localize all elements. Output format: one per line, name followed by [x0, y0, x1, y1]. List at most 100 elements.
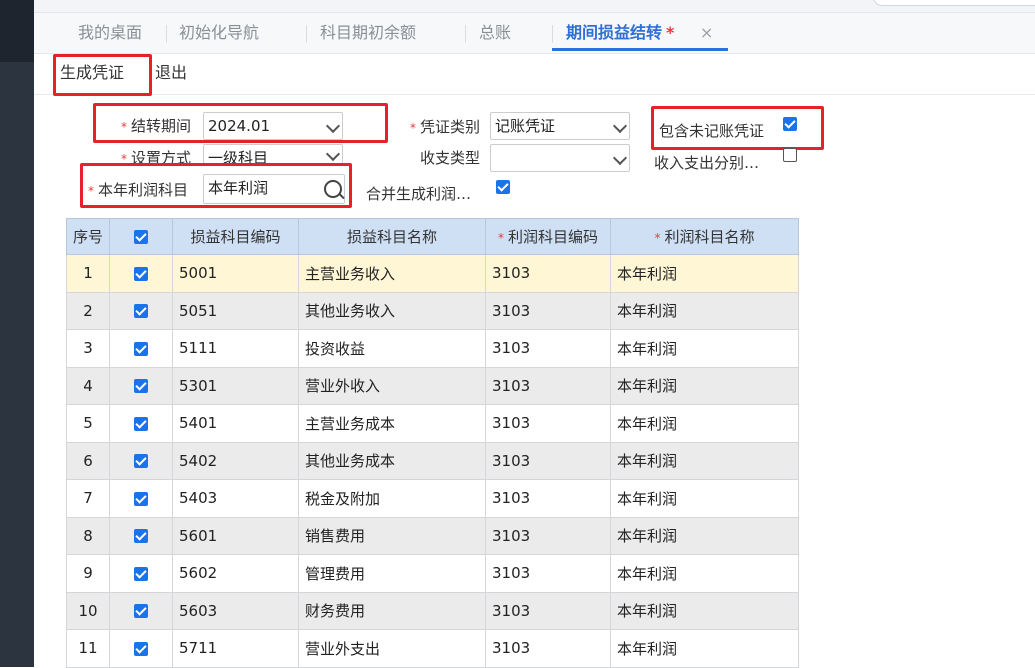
cell-profit-code[interactable]: 3103	[485, 479, 611, 518]
tab-my-desktop[interactable]: 我的桌面	[78, 13, 142, 53]
cell-profit-name[interactable]: 本年利润	[610, 404, 799, 443]
cell-pl-code[interactable]: 5403	[172, 479, 299, 518]
row-checkbox[interactable]	[134, 266, 148, 281]
table-row[interactable]: 11 5711 营业外支出 3103 本年利润	[66, 629, 799, 668]
cell-profit-code[interactable]: 3103	[485, 366, 611, 405]
cell-select[interactable]	[109, 554, 173, 593]
tab-period-pl-transfer[interactable]: 期间损益结转 *	[566, 13, 674, 53]
table-row[interactable]: 8 5601 销售费用 3103 本年利润	[66, 516, 799, 555]
cell-select[interactable]	[109, 591, 173, 630]
cell-pl-name[interactable]: 主营业务成本	[298, 404, 486, 443]
row-checkbox[interactable]	[134, 454, 148, 469]
cell-pl-name[interactable]: 其他业务收入	[298, 291, 486, 330]
header-profit-code[interactable]: * 利润科目编码	[485, 218, 611, 255]
cell-profit-name[interactable]: 本年利润	[610, 516, 799, 555]
setting-select[interactable]: 一级科目	[203, 144, 343, 164]
row-checkbox[interactable]	[134, 641, 148, 656]
tab-opening-balance[interactable]: 科目期初余额	[320, 13, 416, 53]
close-icon[interactable]: ×	[700, 13, 713, 53]
cell-pl-code[interactable]: 5301	[172, 366, 299, 405]
cell-select[interactable]	[109, 479, 173, 518]
cell-pl-code[interactable]: 5051	[172, 291, 299, 330]
cell-pl-code[interactable]: 5001	[172, 254, 299, 293]
row-checkbox[interactable]	[134, 529, 148, 544]
table-row[interactable]: 3 5111 投资收益 3103 本年利润	[66, 329, 799, 368]
cell-profit-name[interactable]: 本年利润	[610, 479, 799, 518]
cell-profit-name[interactable]: 本年利润	[610, 254, 799, 293]
cell-pl-name[interactable]: 营业外收入	[298, 366, 486, 405]
cell-select[interactable]	[109, 441, 173, 480]
cell-select[interactable]	[109, 516, 173, 555]
header-select-all[interactable]	[109, 218, 173, 255]
cell-pl-code[interactable]: 5402	[172, 441, 299, 480]
split-income-checkbox[interactable]	[783, 148, 797, 162]
table-row[interactable]: 4 5301 营业外收入 3103 本年利润	[66, 366, 799, 405]
row-checkbox[interactable]	[134, 604, 148, 619]
cell-pl-name[interactable]: 管理费用	[298, 554, 486, 593]
cell-index[interactable]: 5	[66, 404, 110, 443]
cell-profit-code[interactable]: 3103	[485, 441, 611, 480]
cell-profit-code[interactable]: 3103	[485, 554, 611, 593]
cell-profit-code[interactable]: 3103	[485, 629, 611, 668]
cell-pl-name[interactable]: 主营业务收入	[298, 254, 486, 293]
cell-index[interactable]: 9	[66, 554, 110, 593]
header-pl-name[interactable]: 损益科目名称	[298, 218, 486, 255]
cell-select[interactable]	[109, 254, 173, 293]
header-pl-code[interactable]: 损益科目编码	[172, 218, 299, 255]
cell-profit-code[interactable]: 3103	[485, 329, 611, 368]
cell-select[interactable]	[109, 329, 173, 368]
row-checkbox[interactable]	[134, 416, 148, 431]
cell-select[interactable]	[109, 404, 173, 443]
cell-select[interactable]	[109, 629, 173, 668]
table-row[interactable]: 10 5603 财务费用 3103 本年利润	[66, 591, 799, 630]
cell-profit-name[interactable]: 本年利润	[610, 291, 799, 330]
cell-index[interactable]: 10	[66, 591, 110, 630]
row-checkbox[interactable]	[134, 379, 148, 394]
cell-index[interactable]: 1	[66, 254, 110, 293]
cell-index[interactable]: 3	[66, 329, 110, 368]
cell-select[interactable]	[109, 366, 173, 405]
header-profit-name[interactable]: * 利润科目名称	[610, 218, 799, 255]
tab-general-ledger[interactable]: 总账	[479, 13, 511, 53]
row-checkbox[interactable]	[134, 304, 148, 319]
cell-profit-code[interactable]: 3103	[485, 291, 611, 330]
table-row[interactable]: 2 5051 其他业务收入 3103 本年利润	[66, 291, 799, 330]
table-row[interactable]: 5 5401 主营业务成本 3103 本年利润	[66, 404, 799, 443]
cell-pl-name[interactable]: 销售费用	[298, 516, 486, 555]
income-type-select[interactable]	[490, 144, 630, 172]
exit-button[interactable]: 退出	[155, 60, 187, 86]
cell-pl-name[interactable]: 营业外支出	[298, 629, 486, 668]
table-row[interactable]: 6 5402 其他业务成本 3103 本年利润	[66, 441, 799, 480]
tab-init-navigation[interactable]: 初始化导航	[179, 13, 259, 53]
cell-select[interactable]	[109, 291, 173, 330]
row-checkbox[interactable]	[134, 491, 148, 506]
cell-pl-name[interactable]: 其他业务成本	[298, 441, 486, 480]
cell-pl-code[interactable]: 5401	[172, 404, 299, 443]
top-search-box[interactable]	[873, 0, 1035, 6]
cell-index[interactable]: 11	[66, 629, 110, 668]
cell-profit-name[interactable]: 本年利润	[610, 441, 799, 480]
cell-profit-name[interactable]: 本年利润	[610, 629, 799, 668]
cell-index[interactable]: 6	[66, 441, 110, 480]
merge-generate-checkbox[interactable]	[496, 180, 510, 194]
cell-index[interactable]: 8	[66, 516, 110, 555]
cell-pl-code[interactable]: 5602	[172, 554, 299, 593]
cell-profit-name[interactable]: 本年利润	[610, 366, 799, 405]
cell-profit-name[interactable]: 本年利润	[610, 329, 799, 368]
select-all-checkbox[interactable]	[134, 230, 148, 244]
cell-pl-code[interactable]: 5711	[172, 629, 299, 668]
cell-index[interactable]: 7	[66, 479, 110, 518]
cell-profit-name[interactable]: 本年利润	[610, 591, 799, 630]
cell-profit-name[interactable]: 本年利润	[610, 554, 799, 593]
table-row[interactable]: 9 5602 管理费用 3103 本年利润	[66, 554, 799, 593]
cell-profit-code[interactable]: 3103	[485, 591, 611, 630]
voucher-type-select[interactable]: 记账凭证	[490, 112, 630, 140]
cell-pl-name[interactable]: 税金及附加	[298, 479, 486, 518]
cell-pl-code[interactable]: 5603	[172, 591, 299, 630]
cell-index[interactable]: 4	[66, 366, 110, 405]
cell-profit-code[interactable]: 3103	[485, 254, 611, 293]
table-row[interactable]: 7 5403 税金及附加 3103 本年利润	[66, 479, 799, 518]
table-row[interactable]: 1 5001 主营业务收入 3103 本年利润	[66, 254, 799, 293]
cell-pl-name[interactable]: 投资收益	[298, 329, 486, 368]
row-checkbox[interactable]	[134, 341, 148, 356]
